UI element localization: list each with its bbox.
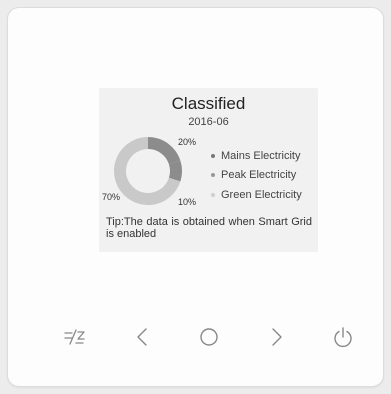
- chevron-right-icon: [272, 328, 282, 346]
- pct-label-green: 70%: [102, 192, 121, 202]
- control-buttons: [8, 323, 383, 353]
- mode-button[interactable]: [61, 323, 89, 351]
- legend-item-green: Green Electricity: [211, 185, 302, 205]
- donut-slice-mains-electricity: [148, 137, 181, 165]
- donut-slice-peak-electricity: [168, 160, 182, 182]
- legend-dot-mains: [211, 153, 215, 158]
- tip-text: Tip:The data is obtained when Smart Grid…: [106, 216, 312, 240]
- legend-label-peak: Peak Electricity: [221, 169, 297, 182]
- legend-item-mains: Mains Electricity: [211, 146, 302, 166]
- chevron-left-icon: [137, 328, 147, 346]
- confirm-button[interactable]: [195, 323, 223, 351]
- previous-button[interactable]: [128, 323, 156, 351]
- screen-title: Classified: [171, 94, 246, 113]
- next-button[interactable]: [263, 323, 291, 351]
- screen-date: 2016-06: [188, 116, 229, 128]
- donut-chart: [114, 137, 182, 205]
- power-button[interactable]: [329, 323, 357, 351]
- pct-label-mains: 20%: [178, 137, 197, 147]
- legend-label-green: Green Electricity: [221, 188, 302, 201]
- legend-dot-green: [211, 192, 215, 197]
- legend-dot-peak: [211, 173, 215, 178]
- legend-label-mains: Mains Electricity: [221, 149, 301, 162]
- circle-icon: [200, 328, 218, 346]
- mode-icon: [64, 329, 85, 345]
- power-icon: [334, 327, 352, 348]
- legend-item-peak: Peak Electricity: [211, 166, 302, 186]
- thermostat-panel: Classified 2016-06 20% 10% 70% Mains Ele…: [7, 7, 384, 387]
- pct-label-peak: 10%: [178, 197, 197, 207]
- display-screen: Classified 2016-06 20% 10% 70% Mains Ele…: [99, 88, 318, 252]
- chart-legend: Mains Electricity Peak Electricity Green…: [211, 146, 302, 205]
